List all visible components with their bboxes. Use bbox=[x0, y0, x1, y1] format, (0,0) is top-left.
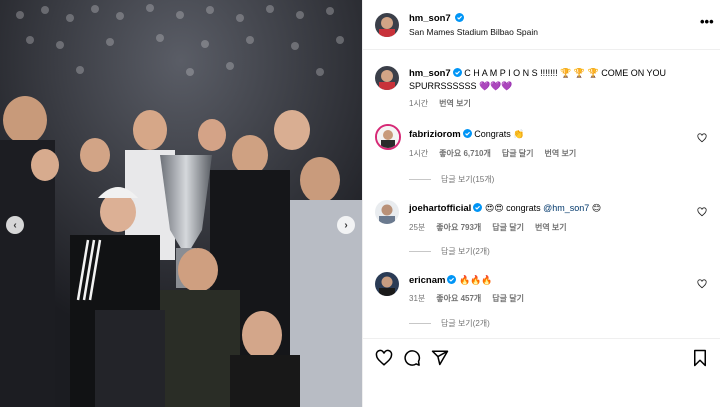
comment-text-block: fabriziorom Congrats 👏 bbox=[409, 128, 689, 141]
action-bar bbox=[363, 338, 720, 378]
reply-button[interactable]: 답글 달기 bbox=[492, 293, 524, 304]
chevron-right-icon: › bbox=[344, 219, 348, 231]
comment-username[interactable]: joehartofficial bbox=[409, 203, 471, 214]
comment-likes[interactable]: 좋아요 457개 bbox=[436, 293, 481, 304]
comment-text-block: ericnam 🔥🔥🔥 bbox=[409, 274, 689, 287]
bookmark-icon[interactable] bbox=[691, 349, 709, 367]
view-replies-label: 답글 보기(2개) bbox=[441, 319, 490, 328]
author-username[interactable]: hm_son7 bbox=[409, 13, 451, 24]
comment-time[interactable]: 25분 bbox=[409, 222, 425, 233]
next-photo-button[interactable]: › bbox=[337, 216, 355, 234]
comment-translate-link[interactable]: 번역 보기 bbox=[545, 148, 577, 159]
verified-icon bbox=[452, 68, 462, 77]
chevron-left-icon: ‹ bbox=[13, 219, 17, 231]
caption-username[interactable]: hm_son7 bbox=[409, 68, 451, 79]
reply-button[interactable]: 답글 달기 bbox=[502, 148, 534, 159]
heart-icon[interactable] bbox=[375, 349, 393, 367]
comment-text: 🔥🔥🔥 bbox=[458, 275, 493, 285]
post-header: hm_son7 San Mames Stadium Bilbao Spain •… bbox=[363, 0, 720, 50]
comment-icon[interactable] bbox=[403, 349, 421, 367]
comment-text-suffix: 😊 bbox=[589, 203, 602, 213]
heart-icon[interactable] bbox=[697, 133, 707, 143]
comment-text: 😍😍 congrats bbox=[484, 203, 544, 213]
comment-item: fabriziorom Congrats 👏 1시간 좋아요 6,710개 답글… bbox=[363, 122, 720, 190]
comment-meta: 25분 좋아요 793개 답글 달기 번역 보기 bbox=[409, 222, 567, 233]
comment-meta: 31분 좋아요 457개 답글 달기 bbox=[409, 293, 524, 304]
post-location[interactable]: San Mames Stadium Bilbao Spain bbox=[409, 27, 538, 37]
replies-divider bbox=[409, 251, 431, 252]
view-replies-label: 답글 보기(15개) bbox=[441, 175, 495, 184]
view-replies-label: 답글 보기(2개) bbox=[441, 247, 490, 256]
comment-item: joehartofficial 😍😍 congrats @hm_son7 😊 2… bbox=[363, 198, 720, 266]
comment-avatar[interactable] bbox=[375, 200, 399, 224]
caption-row: hm_son7 C H A M P I O N S !!!!!!! 🏆 🏆 🏆 … bbox=[363, 62, 720, 114]
author-name-row: hm_son7 bbox=[409, 13, 465, 24]
post-side-panel: hm_son7 San Mames Stadium Bilbao Spain •… bbox=[362, 0, 720, 407]
comment-likes[interactable]: 좋아요 793개 bbox=[436, 222, 481, 233]
comment-likes[interactable]: 좋아요 6,710개 bbox=[439, 148, 491, 159]
replies-divider bbox=[409, 323, 431, 324]
verified-icon bbox=[473, 203, 483, 212]
comment-time[interactable]: 31분 bbox=[409, 293, 425, 304]
caption-meta: 1시간 번역 보기 bbox=[409, 98, 471, 109]
post-photo[interactable]: ‹ › bbox=[0, 0, 362, 407]
view-replies-button[interactable]: 답글 보기(15개) bbox=[409, 174, 494, 185]
champions-photo bbox=[0, 0, 362, 407]
verified-icon bbox=[462, 129, 472, 138]
reply-button[interactable]: 답글 달기 bbox=[492, 222, 524, 233]
comment-time[interactable]: 1시간 bbox=[409, 148, 428, 159]
comment-username[interactable]: ericnam bbox=[409, 275, 445, 286]
verified-icon bbox=[455, 13, 465, 22]
comment-avatar[interactable] bbox=[375, 124, 401, 150]
more-icon[interactable]: ••• bbox=[700, 14, 714, 29]
caption-text-block: hm_son7 C H A M P I O N S !!!!!!! 🏆 🏆 🏆 … bbox=[409, 67, 689, 93]
author-avatar[interactable] bbox=[375, 13, 399, 37]
comment-text: Congrats 👏 bbox=[474, 129, 525, 139]
share-icon[interactable] bbox=[431, 349, 449, 367]
view-replies-button[interactable]: 답글 보기(2개) bbox=[409, 318, 490, 329]
heart-icon[interactable] bbox=[697, 279, 707, 289]
comment-translate-link[interactable]: 번역 보기 bbox=[535, 222, 567, 233]
replies-divider bbox=[409, 179, 431, 180]
view-replies-button[interactable]: 답글 보기(2개) bbox=[409, 246, 490, 257]
caption-time[interactable]: 1시간 bbox=[409, 98, 428, 109]
verified-icon bbox=[447, 275, 457, 284]
comment-text-block: joehartofficial 😍😍 congrats @hm_son7 😊 bbox=[409, 202, 689, 215]
previous-photo-button[interactable]: ‹ bbox=[6, 216, 24, 234]
mention-link[interactable]: @hm_son7 bbox=[543, 203, 589, 213]
caption-avatar[interactable] bbox=[375, 66, 399, 90]
comment-avatar[interactable] bbox=[375, 272, 399, 296]
caption-translate-link[interactable]: 번역 보기 bbox=[439, 98, 471, 109]
comment-meta: 1시간 좋아요 6,710개 답글 달기 번역 보기 bbox=[409, 148, 576, 159]
heart-icon[interactable] bbox=[697, 207, 707, 217]
comment-username[interactable]: fabriziorom bbox=[409, 129, 461, 140]
comment-item: ericnam 🔥🔥🔥 31분 좋아요 457개 답글 달기 답글 보기(2개) bbox=[363, 270, 720, 336]
